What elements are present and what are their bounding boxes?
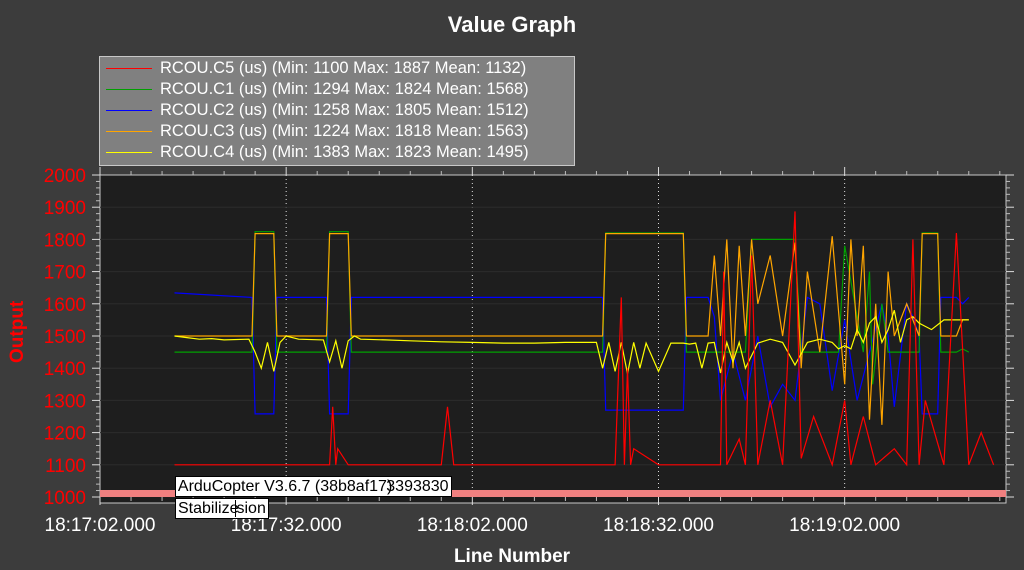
annotation-mode-label: Stabilize: [178, 500, 239, 517]
legend-item-c1: RCOU.C1 (us) (Min: 1294 Max: 1824 Mean: …: [100, 79, 574, 100]
annotation-version: 0ArduCopter V3.6.7 (38b8af17)3393830: [175, 476, 452, 497]
x-axis-label: Line Number: [453, 546, 571, 567]
x-tick-label: 18:18:02.000: [417, 515, 528, 536]
legend-swatch: [106, 110, 152, 111]
legend-item-c5: RCOU.C5 (us) (Min: 1100 Max: 1887 Mean: …: [100, 58, 574, 79]
legend-swatch: [106, 68, 152, 69]
y-tick-label: 1100: [45, 456, 86, 477]
x-tick-label: 18:18:32.000: [603, 515, 714, 536]
legend-item-c2: RCOU.C2 (us) (Min: 1258 Max: 1805 Mean: …: [100, 100, 574, 121]
y-tick-label: 1500: [44, 327, 86, 348]
legend-swatch: [106, 89, 152, 90]
legend-swatch: [106, 152, 152, 153]
y-tick-label: 1900: [44, 198, 86, 219]
y-tick-label: 2000: [44, 166, 86, 187]
y-tick-label: 1400: [44, 359, 86, 380]
annotation-hash: 3393830: [386, 478, 449, 495]
legend-label: RCOU.C4 (us) (Min: 1383 Max: 1823 Mean: …: [160, 143, 529, 161]
y-tick-label: 1200: [44, 424, 86, 445]
x-tick-label: 18:17:02.000: [45, 515, 156, 536]
legend-swatch: [106, 131, 152, 132]
y-tick-label: 1700: [44, 263, 86, 284]
x-tick-label: 18:19:02.000: [789, 515, 900, 536]
annotation-firmware: ArduCopter V3.6.7 (38b8af17): [177, 478, 393, 495]
annotation-mode-suffix: sion: [235, 500, 266, 517]
y-tick-label: 1800: [44, 230, 86, 251]
legend: RCOU.C5 (us) (Min: 1100 Max: 1887 Mean: …: [99, 56, 575, 166]
legend-item-c3: RCOU.C3 (us) (Min: 1224 Max: 1818 Mean: …: [100, 121, 574, 142]
y-tick-label: 1300: [44, 391, 86, 412]
legend-label: RCOU.C2 (us) (Min: 1258 Max: 1805 Mean: …: [160, 101, 529, 119]
legend-item-c4: RCOU.C4 (us) (Min: 1383 Max: 1823 Mean: …: [100, 142, 574, 163]
y-tick-label: 1600: [44, 295, 86, 316]
legend-label: RCOU.C5 (us) (Min: 1100 Max: 1887 Mean: …: [160, 59, 527, 77]
annotation-mode: Stabilizesion: [175, 498, 269, 519]
legend-label: RCOU.C3 (us) (Min: 1224 Max: 1818 Mean: …: [160, 122, 529, 140]
y-axis-label: Output: [7, 300, 28, 363]
legend-label: RCOU.C1 (us) (Min: 1294 Max: 1824 Mean: …: [160, 80, 529, 98]
y-tick-label: 1000: [44, 488, 86, 509]
